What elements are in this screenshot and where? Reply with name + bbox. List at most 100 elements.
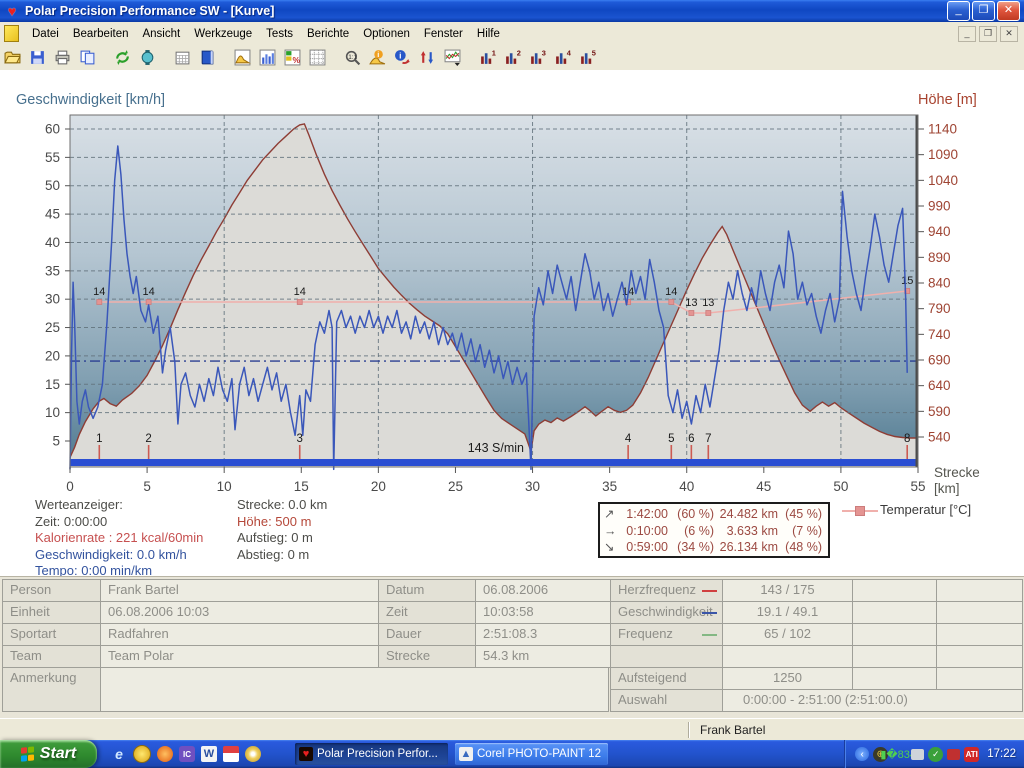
temperature-legend-marker: [855, 506, 865, 516]
table-cell: [936, 601, 1023, 624]
menu-fenster[interactable]: Fenster: [417, 25, 470, 43]
value-cursor-readout-2: Strecke: 0.0 kmHöhe: 500 mAufstieg: 0 mA…: [237, 497, 327, 563]
diary-icon[interactable]: [196, 47, 219, 68]
table-cell: [936, 579, 1023, 602]
mdi-close-button[interactable]: ✕: [1000, 26, 1018, 42]
lap-chart-4-icon[interactable]: 4: [551, 47, 574, 68]
open-file-icon[interactable]: [1, 47, 24, 68]
table-cell: Geschwindigkeit: [610, 601, 723, 624]
menu-tests[interactable]: Tests: [259, 25, 300, 43]
internet-explorer-icon[interactable]: e: [111, 746, 127, 762]
table-cell: Strecke: [378, 645, 476, 668]
firefox-icon[interactable]: [157, 746, 173, 762]
restore-button[interactable]: ❐: [972, 1, 995, 21]
svg-text:1: 1: [492, 49, 496, 57]
table-cell: Frank Bartel: [100, 579, 379, 602]
table-cell: [936, 667, 1023, 690]
copy-icon[interactable]: [76, 47, 99, 68]
menu-bearbeiten[interactable]: Bearbeiten: [66, 25, 136, 43]
grid-view-icon[interactable]: [306, 47, 329, 68]
table-cell: 19.1 / 49.1: [722, 601, 853, 624]
svg-text:i: i: [377, 50, 379, 59]
table-cell: Datum: [378, 579, 476, 602]
bar-view-icon[interactable]: [256, 47, 279, 68]
save-icon[interactable]: [26, 47, 49, 68]
menu-ansicht[interactable]: Ansicht: [135, 25, 187, 43]
watch-device-icon[interactable]: [136, 47, 159, 68]
svg-text:7: 7: [705, 433, 711, 445]
desktop: ♥ Polar Precision Performance SW - [Kurv…: [0, 0, 1024, 768]
svg-text:5: 5: [52, 434, 60, 449]
svg-text:45: 45: [45, 207, 60, 222]
display-tray-icon[interactable]: [947, 749, 960, 760]
left-axis-title: Geschwindigkeit [km/h]: [16, 92, 165, 108]
lap-chart-2-icon[interactable]: 2: [501, 47, 524, 68]
info-pointer-icon[interactable]: i: [391, 47, 414, 68]
sync-device-icon[interactable]: [111, 47, 134, 68]
start-button[interactable]: Start: [0, 740, 97, 768]
task-polar-precision[interactable]: ♥ Polar Precision Perfor...: [295, 743, 448, 765]
heart-app-icon: ♥: [3, 3, 21, 19]
svg-text:%: %: [293, 55, 301, 65]
svg-text:840: 840: [928, 276, 951, 291]
flat-arrow-icon: →: [604, 523, 618, 540]
svg-text:2: 2: [517, 49, 521, 57]
menu-datei[interactable]: Datei: [25, 25, 66, 43]
svg-text:13: 13: [702, 297, 714, 309]
shield-check-icon[interactable]: ✓: [928, 747, 943, 762]
print-icon[interactable]: [51, 47, 74, 68]
exercise-info-table: PersonFrank BartelEinheit06.08.2006 10:0…: [0, 576, 1024, 719]
table-cell: Auswahl: [610, 689, 723, 712]
tray-chevron-icon[interactable]: ‹: [855, 747, 869, 761]
word-icon[interactable]: W: [201, 746, 217, 762]
lap-chart-3-icon[interactable]: 3: [526, 47, 549, 68]
clock-app-icon[interactable]: [133, 745, 151, 763]
task-buttons: ♥ Polar Precision Perfor... ▲ Corel PHOT…: [295, 743, 608, 765]
menu-hilfe[interactable]: Hilfe: [470, 25, 507, 43]
table-cell: Dauer: [378, 623, 476, 646]
close-button[interactable]: ✕: [997, 1, 1020, 21]
svg-text:8: 8: [904, 433, 910, 445]
lap-chart-1-icon[interactable]: 1: [476, 47, 499, 68]
menu-berichte[interactable]: Berichte: [300, 25, 356, 43]
compare-arrows-icon[interactable]: [416, 47, 439, 68]
menu-optionen[interactable]: Optionen: [356, 25, 417, 43]
svg-text:5: 5: [668, 433, 674, 445]
task-corel-photopaint[interactable]: ▲ Corel PHOTO-PAINT 12: [455, 743, 608, 765]
svg-text:15: 15: [45, 377, 60, 392]
heart-rate-bar: [70, 459, 918, 466]
mdi-minimize-button[interactable]: _: [958, 26, 976, 42]
menu-werkzeuge[interactable]: Werkzeuge: [187, 25, 259, 43]
lap-chart-5-icon[interactable]: 5: [576, 47, 599, 68]
toolbar: % 1:1 i i 1 2 3 45: [0, 45, 1024, 71]
table-cell: Radfahren: [100, 623, 379, 646]
curve-view-panel: 141414141413131512345678143 S/min6055504…: [0, 70, 1024, 576]
mdi-restore-button[interactable]: ❐: [979, 26, 997, 42]
purple-app-icon[interactable]: IC: [179, 746, 195, 762]
zoom-1to1-icon[interactable]: 1:1: [341, 47, 364, 68]
signal-tray-icon[interactable]: ▮�834;: [892, 747, 907, 762]
svg-text:4: 4: [567, 49, 571, 57]
mail-paint-icon[interactable]: [223, 746, 239, 762]
avg-hr-annotation: 143 S/min: [468, 441, 524, 455]
svg-text:3: 3: [542, 49, 546, 57]
multi-curve-icon[interactable]: [441, 47, 464, 68]
info-curve-icon[interactable]: i: [366, 47, 389, 68]
table-cell: Frequenz: [610, 623, 723, 646]
readout-line: Zeit: 0:00:00: [35, 514, 203, 531]
corel-photopaint-icon: ▲: [459, 747, 473, 761]
svg-text:14: 14: [665, 286, 677, 298]
calendar-icon[interactable]: [171, 47, 194, 68]
ati-tray-icon[interactable]: ATI: [964, 747, 979, 762]
percent-view-icon[interactable]: %: [281, 47, 304, 68]
menubar: Datei Bearbeiten Ansicht Werkzeuge Tests…: [0, 22, 1024, 46]
cd-burner-icon[interactable]: [245, 746, 261, 762]
svg-text:25: 25: [448, 479, 463, 494]
svg-text:14: 14: [143, 286, 155, 298]
svg-text:590: 590: [928, 404, 951, 419]
network-monitor-icon[interactable]: [911, 749, 924, 760]
minimize-button[interactable]: _: [947, 1, 970, 21]
svg-text:15: 15: [901, 275, 913, 287]
curve-view-icon[interactable]: [231, 47, 254, 68]
svg-text:30: 30: [45, 292, 60, 307]
